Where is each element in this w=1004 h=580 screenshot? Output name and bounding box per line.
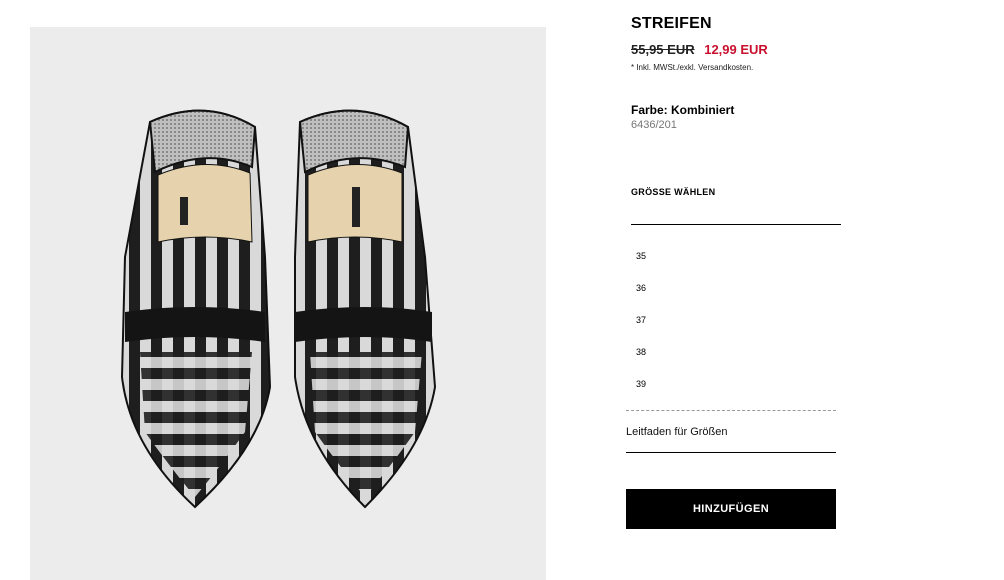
tax-note: * Inkl. MWSt./exkl. Versandkosten. (631, 63, 754, 72)
size-heading-divider (631, 224, 841, 225)
add-to-cart-button[interactable]: HINZUFÜGEN (626, 489, 836, 529)
product-title: STREIFEN (631, 15, 712, 32)
left-shoe (120, 109, 272, 509)
price-row: 55,95 EUR 12,99 EUR (631, 42, 768, 57)
product-reference: 6436/201 (631, 119, 677, 131)
size-list: 35 36 37 38 39 (626, 242, 836, 402)
color-label: Farbe: Kombiniert (631, 103, 735, 117)
size-option-35[interactable]: 35 (626, 242, 836, 274)
size-guide-link[interactable]: Leitfaden für Größen (626, 426, 728, 438)
size-option-37[interactable]: 37 (626, 306, 836, 338)
size-option-36[interactable]: 36 (626, 274, 836, 306)
size-list-divider (626, 410, 836, 411)
size-option-39[interactable]: 39 (626, 370, 836, 402)
right-shoe (294, 109, 437, 509)
size-heading: GRÖSSE WÄHLEN (631, 187, 716, 197)
product-image (30, 27, 546, 580)
size-guide-divider (626, 452, 836, 453)
sale-price: 12,99 EUR (704, 42, 768, 57)
size-option-38[interactable]: 38 (626, 338, 836, 370)
old-price: 55,95 EUR (631, 42, 695, 57)
